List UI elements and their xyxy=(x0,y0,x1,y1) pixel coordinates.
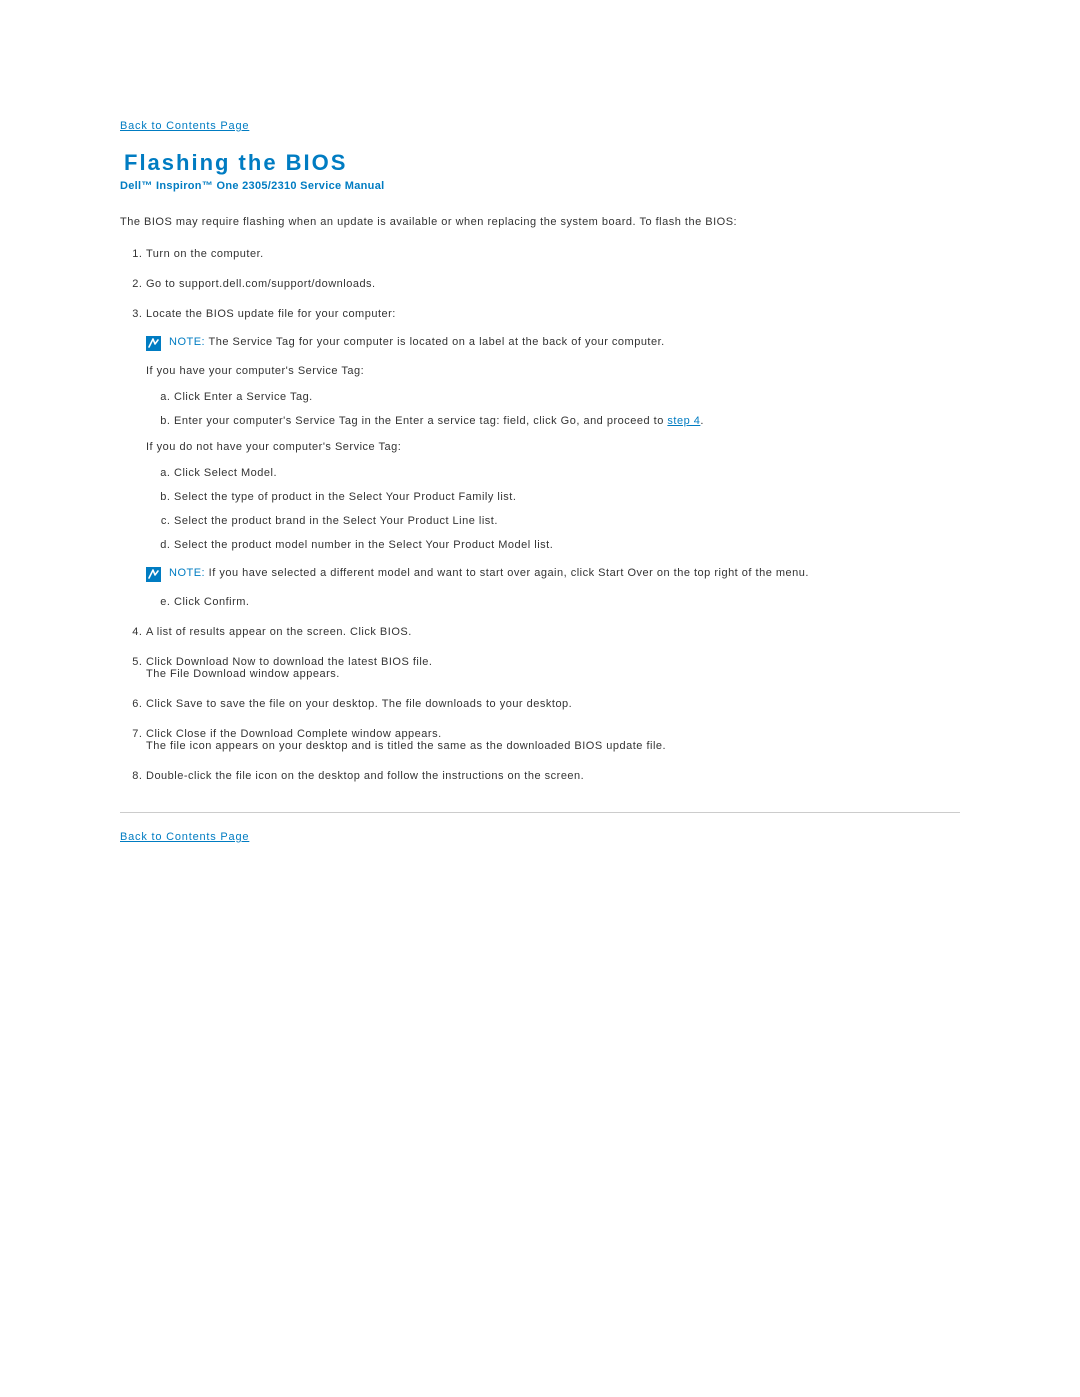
no-tag-a: Click Select Model. xyxy=(174,467,960,479)
note-start-over: NOTE: If you have selected a different m… xyxy=(146,567,960,582)
note-text: If you have selected a different model a… xyxy=(205,567,809,579)
have-tag-heading: If you have your computer's Service Tag: xyxy=(146,365,960,377)
step-4: A list of results appear on the screen. … xyxy=(146,626,960,638)
no-tag-list-cont: Click Confirm. xyxy=(150,596,960,608)
no-tag-list: Click Select Model. Select the type of p… xyxy=(150,467,960,551)
note-label: NOTE: xyxy=(169,567,205,579)
have-tag-b-pre: Enter your computer's Service Tag in the… xyxy=(174,415,667,427)
step-5-line2: The File Download window appears. xyxy=(146,668,960,680)
note-text: The Service Tag for your computer is loc… xyxy=(205,336,665,348)
step-5-line1: Click Download Now to download the lates… xyxy=(146,656,432,668)
have-tag-b-post: . xyxy=(700,415,704,427)
step-2: Go to support.dell.com/support/downloads… xyxy=(146,278,960,290)
document-page: Back to Contents Page Flashing the BIOS … xyxy=(0,0,1080,883)
intro-paragraph: The BIOS may require flashing when an up… xyxy=(120,216,960,228)
step-8: Double-click the file icon on the deskto… xyxy=(146,770,960,782)
note-icon xyxy=(146,336,161,351)
step-7-line1: Click Close if the Download Complete win… xyxy=(146,728,442,740)
no-tag-b: Select the type of product in the Select… xyxy=(174,491,960,503)
have-tag-a: Click Enter a Service Tag. xyxy=(174,391,960,403)
have-tag-b: Enter your computer's Service Tag in the… xyxy=(174,415,960,427)
page-title: Flashing the BIOS xyxy=(124,150,960,176)
step-7: Click Close if the Download Complete win… xyxy=(146,728,960,752)
no-tag-e: Click Confirm. xyxy=(174,596,960,608)
step-5: Click Download Now to download the lates… xyxy=(146,656,960,680)
step-7-line2: The file icon appears on your desktop an… xyxy=(146,740,960,752)
step-3: Locate the BIOS update file for your com… xyxy=(146,308,960,608)
step-3-text: Locate the BIOS update file for your com… xyxy=(146,308,396,320)
back-to-contents-top[interactable]: Back to Contents Page xyxy=(120,120,249,132)
no-tag-d: Select the product model number in the S… xyxy=(174,539,960,551)
note-content: NOTE: If you have selected a different m… xyxy=(169,567,809,579)
step-1: Turn on the computer. xyxy=(146,248,960,260)
note-label: NOTE: xyxy=(169,336,205,348)
no-tag-c: Select the product brand in the Select Y… xyxy=(174,515,960,527)
back-to-contents-bottom[interactable]: Back to Contents Page xyxy=(120,831,249,843)
note-icon xyxy=(146,567,161,582)
step-6: Click Save to save the file on your desk… xyxy=(146,698,960,710)
have-tag-list: Click Enter a Service Tag. Enter your co… xyxy=(150,391,960,427)
note-service-tag-location: NOTE: The Service Tag for your computer … xyxy=(146,336,960,351)
steps-list: Turn on the computer. Go to support.dell… xyxy=(128,248,960,782)
page-subtitle: Dell™ Inspiron™ One 2305/2310 Service Ma… xyxy=(120,180,960,192)
step-4-link[interactable]: step 4 xyxy=(667,415,700,427)
no-tag-heading: If you do not have your computer's Servi… xyxy=(146,441,960,453)
separator xyxy=(120,812,960,813)
note-content: NOTE: The Service Tag for your computer … xyxy=(169,336,665,348)
